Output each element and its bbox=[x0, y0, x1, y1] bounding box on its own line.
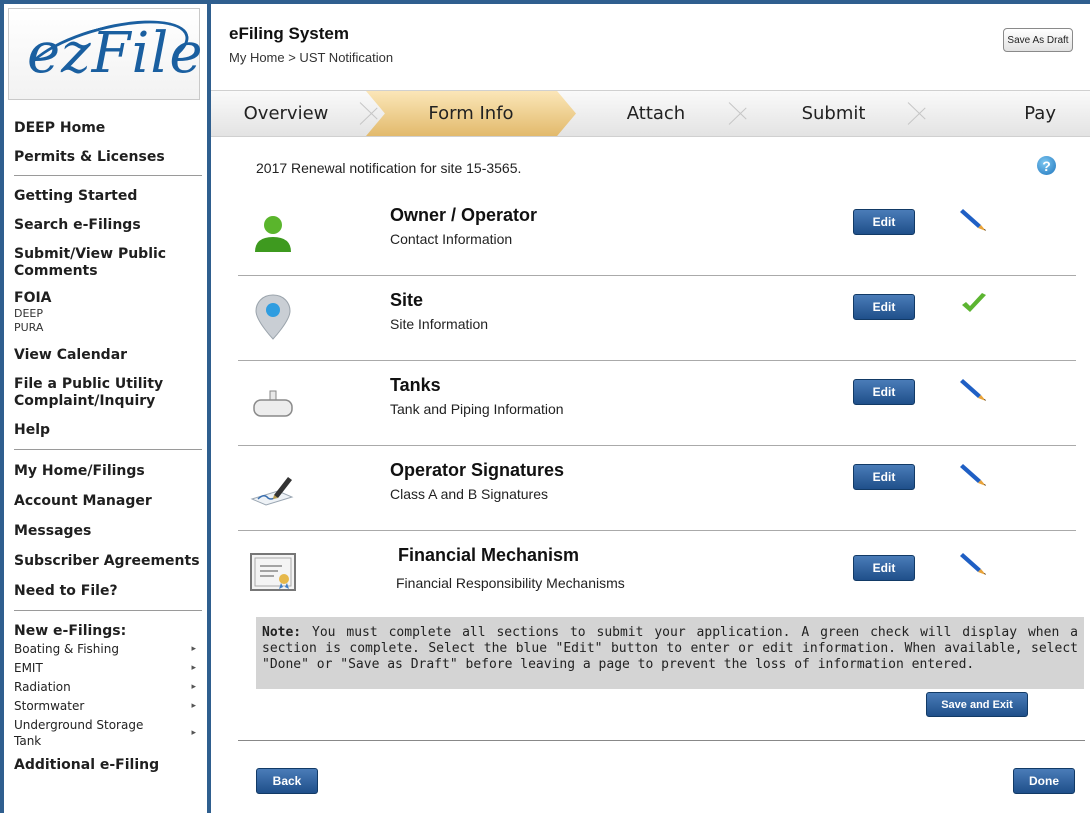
additional-efiling-heading: Additional e-Filing bbox=[14, 757, 160, 773]
menu-boating-fishing[interactable]: Boating & Fishing ▸ bbox=[14, 641, 202, 657]
edit-tanks-button[interactable]: Edit bbox=[853, 379, 915, 405]
section-subtitle: Class A and B Signatures bbox=[390, 486, 548, 502]
step-form-info[interactable]: Form Info bbox=[366, 91, 576, 136]
section-subtitle: Tank and Piping Information bbox=[390, 401, 564, 417]
nav-utility-complaint[interactable]: File a Public Utility Complaint/Inquiry bbox=[14, 376, 202, 410]
caret-right-icon: ▸ bbox=[191, 663, 196, 673]
help-icon[interactable]: ? bbox=[1037, 156, 1056, 175]
menu-emit[interactable]: EMIT ▸ bbox=[14, 660, 202, 676]
section-title: Owner / Operator bbox=[390, 205, 538, 225]
section-title: Financial Mechanism bbox=[398, 545, 580, 565]
nav-messages[interactable]: Messages bbox=[14, 523, 202, 540]
progress-steps: Overview Form Info Attach Submit Pay bbox=[211, 90, 1090, 137]
done-button[interactable]: Done bbox=[1013, 768, 1075, 794]
step-submit[interactable]: Submit bbox=[751, 91, 916, 136]
nav-help[interactable]: Help bbox=[14, 422, 202, 439]
menu-label: Radiation bbox=[14, 680, 71, 694]
step-separator bbox=[909, 91, 931, 136]
nav-foia-pura[interactable]: PURA bbox=[14, 321, 202, 335]
step-attach[interactable]: Attach bbox=[561, 91, 751, 136]
edit-site-button[interactable]: Edit bbox=[853, 294, 915, 320]
person-icon bbox=[255, 216, 291, 252]
nav-view-calendar[interactable]: View Calendar bbox=[14, 347, 202, 364]
section-owner-operator: Owner / Operator Contact Information Edi… bbox=[238, 191, 1076, 276]
section-subtitle: Financial Responsibility Mechanisms bbox=[396, 575, 625, 591]
nav-divider bbox=[14, 610, 202, 611]
signature-icon bbox=[250, 477, 294, 506]
save-and-exit-button[interactable]: Save and Exit bbox=[926, 692, 1028, 717]
ezfile-logo[interactable]: ezFile bbox=[8, 6, 204, 108]
breadcrumb[interactable]: My Home > UST Notification bbox=[229, 50, 393, 65]
pencil-icon bbox=[960, 464, 986, 486]
nav-foia[interactable]: FOIA bbox=[14, 290, 202, 307]
back-button[interactable]: Back bbox=[256, 768, 318, 794]
tank-icon bbox=[253, 390, 293, 417]
new-efilings-heading: New e-Filings: bbox=[14, 623, 127, 639]
pencil-icon bbox=[960, 209, 986, 231]
logo-text: ezFile bbox=[27, 21, 204, 86]
edit-financial-mechanism-button[interactable]: Edit bbox=[853, 555, 915, 581]
nav-my-home-filings[interactable]: My Home/Filings bbox=[14, 463, 202, 480]
location-pin-icon bbox=[255, 294, 291, 340]
note-label: Note: bbox=[262, 625, 302, 640]
nav-getting-started[interactable]: Getting Started bbox=[14, 188, 202, 205]
menu-underground-storage-tank[interactable]: Underground Storage Tank ▸ bbox=[14, 717, 202, 749]
pencil-icon bbox=[960, 379, 986, 401]
section-subtitle: Site Information bbox=[390, 316, 489, 332]
nav-account-manager[interactable]: Account Manager bbox=[14, 493, 202, 510]
nav-foia-deep[interactable]: DEEP bbox=[14, 307, 202, 321]
nav-need-to-file[interactable]: Need to File? bbox=[14, 583, 202, 600]
menu-label: EMIT bbox=[14, 661, 43, 675]
section-operator-signatures: Operator Signatures Class A and B Signat… bbox=[238, 446, 1076, 531]
sidebar-nav: DEEP Home Permits & Licenses Getting Sta… bbox=[14, 114, 202, 773]
menu-label: Boating & Fishing bbox=[14, 642, 119, 656]
nav-search-efilings[interactable]: Search e-Filings bbox=[14, 217, 202, 234]
section-title: Tanks bbox=[390, 375, 441, 395]
pencil-icon bbox=[960, 553, 986, 575]
section-site: Site Site Information Edit bbox=[238, 276, 1076, 361]
caret-right-icon: ▸ bbox=[191, 682, 196, 692]
nav-public-comments[interactable]: Submit/View Public Comments bbox=[14, 246, 202, 280]
step-separator bbox=[730, 91, 752, 136]
checkmark-icon bbox=[962, 293, 986, 312]
edit-operator-signatures-button[interactable]: Edit bbox=[853, 464, 915, 490]
nav-divider bbox=[14, 175, 202, 176]
menu-label: Stormwater bbox=[14, 699, 85, 713]
footer-divider bbox=[238, 740, 1085, 741]
nav-subscriber-agreements[interactable]: Subscriber Agreements bbox=[14, 553, 202, 570]
caret-right-icon: ▸ bbox=[191, 644, 196, 654]
section-subtitle: Contact Information bbox=[390, 231, 513, 247]
section-financial-mechanism: Financial Mechanism Financial Responsibi… bbox=[238, 531, 1076, 616]
save-as-draft-button[interactable]: Save As Draft bbox=[1003, 28, 1073, 52]
menu-stormwater[interactable]: Stormwater ▸ bbox=[14, 698, 202, 714]
section-title: Site bbox=[390, 290, 424, 310]
app-title: eFiling System bbox=[229, 24, 349, 43]
edit-owner-operator-button[interactable]: Edit bbox=[853, 209, 915, 235]
section-title: Operator Signatures bbox=[390, 460, 565, 480]
sidebar: ezFile DEEP Home Permits & Licenses Gett… bbox=[4, 4, 207, 813]
nav-divider bbox=[14, 449, 202, 450]
caret-right-icon: ▸ bbox=[191, 701, 196, 711]
intro-text: 2017 Renewal notification for site 15-35… bbox=[256, 160, 522, 176]
main-panel: eFiling System My Home > UST Notificatio… bbox=[211, 4, 1090, 813]
nav-permits-licenses[interactable]: Permits & Licenses bbox=[14, 149, 202, 166]
menu-radiation[interactable]: Radiation ▸ bbox=[14, 679, 202, 695]
step-overview[interactable]: Overview bbox=[211, 91, 361, 136]
menu-label: Underground Storage Tank bbox=[14, 718, 144, 748]
step-pay[interactable]: Pay bbox=[931, 91, 1086, 136]
note-box: Note: You must complete all sections to … bbox=[256, 617, 1084, 689]
caret-right-icon: ▸ bbox=[191, 728, 196, 738]
nav-deep-home[interactable]: DEEP Home bbox=[14, 120, 202, 137]
certificate-icon bbox=[250, 553, 296, 591]
note-text: You must complete all sections to submit… bbox=[262, 625, 1078, 672]
section-tanks: Tanks Tank and Piping Information Edit bbox=[238, 361, 1076, 446]
